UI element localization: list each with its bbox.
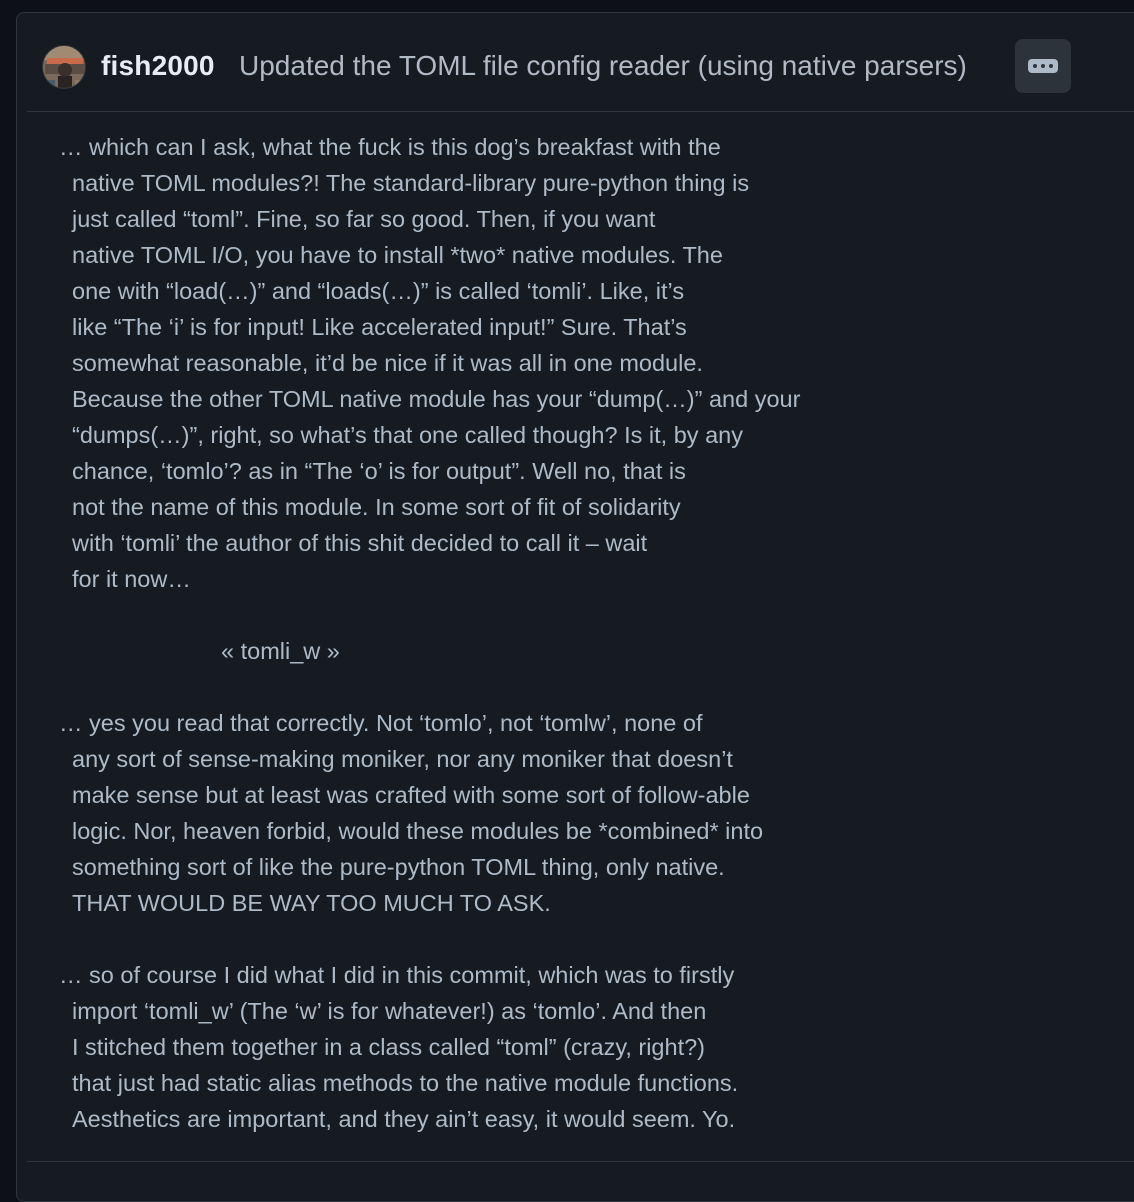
message-line: Aesthetics are important, and they ain’t… [72, 1106, 736, 1132]
message-line: that just had static alias methods to th… [72, 1070, 739, 1096]
message-line: for it now… [72, 566, 191, 592]
message-line: … yes you read that correctly. Not ‘toml… [59, 710, 703, 736]
avatar-image-icon [43, 46, 85, 88]
message-paragraph-4: … so of course I did what I did in this … [59, 957, 1059, 1137]
author-avatar[interactable] [42, 45, 86, 89]
message-line: chance, ‘tomlo’? as in “The ‘o’ is for o… [72, 458, 686, 484]
message-line: somewhat reasonable, it’d be nice if it … [72, 350, 703, 376]
message-paragraph-3: … yes you read that correctly. Not ‘toml… [59, 705, 1059, 921]
commit-title: Updated the TOML file config reader (usi… [239, 50, 967, 81]
message-line: logic. Nor, heaven forbid, would these m… [72, 818, 764, 844]
commit-author[interactable]: fish2000 [101, 48, 215, 84]
card-divider [27, 1161, 1134, 1162]
message-line: I stitched them together in a class call… [72, 1034, 705, 1060]
message-line: any sort of sense-making moniker, nor an… [72, 746, 733, 772]
message-line: with ‘tomli’ the author of this shit dec… [72, 530, 648, 556]
message-highlight-line: « tomli_w » [221, 638, 340, 664]
message-line: THAT WOULD BE WAY TOO MUCH TO ASK. [72, 890, 551, 916]
commit-header: fish2000 Updated the TOML file config re… [27, 13, 1134, 112]
commit-message-body: … which can I ask, what the fuck is this… [59, 129, 1059, 1173]
message-line: not the name of this module. In some sor… [72, 494, 681, 520]
commit-card: fish2000 Updated the TOML file config re… [16, 12, 1134, 1202]
message-line: … so of course I did what I did in this … [59, 962, 735, 988]
page-background: fish2000 Updated the TOML file config re… [0, 0, 1134, 1202]
message-line: … which can I ask, what the fuck is this… [59, 134, 721, 160]
message-line: import ‘tomli_w’ (The ‘w’ is for whateve… [72, 998, 707, 1024]
message-line: like “The ‘i’ is for input! Like acceler… [72, 314, 687, 340]
message-line: just called “toml”. Fine, so far so good… [72, 206, 656, 232]
more-options-button[interactable] [1015, 39, 1071, 93]
message-line: something sort of like the pure-python T… [72, 854, 725, 880]
message-line: Because the other TOML native module has… [72, 386, 801, 412]
message-line: one with “load(…)” and “loads(…)” is cal… [72, 278, 685, 304]
message-line: native TOML modules?! The standard-libra… [72, 170, 750, 196]
message-line: “dumps(…)”, right, so what’s that one ca… [72, 422, 743, 448]
message-paragraph-1: … which can I ask, what the fuck is this… [59, 129, 1059, 597]
message-line: native TOML I/O, you have to install *tw… [72, 242, 723, 268]
kebab-horizontal-icon [1028, 59, 1058, 73]
message-line: make sense but at least was crafted with… [72, 782, 750, 808]
